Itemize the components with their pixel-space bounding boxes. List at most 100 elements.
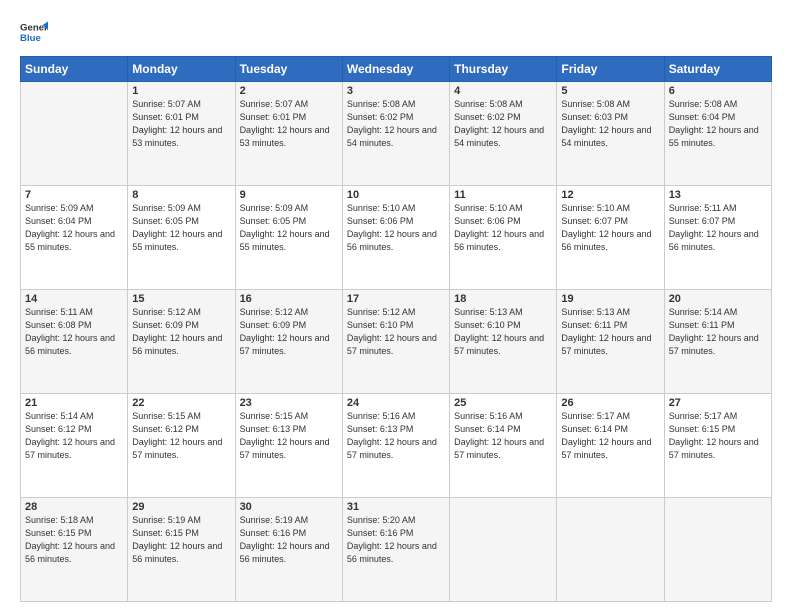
cell-info: Sunrise: 5:13 AMSunset: 6:11 PMDaylight:… bbox=[561, 306, 659, 358]
day-number: 14 bbox=[25, 293, 123, 305]
weekday-monday: Monday bbox=[128, 57, 235, 82]
day-number: 21 bbox=[25, 397, 123, 409]
day-number: 25 bbox=[454, 397, 552, 409]
calendar-cell: 22Sunrise: 5:15 AMSunset: 6:12 PMDayligh… bbox=[128, 394, 235, 498]
calendar-cell bbox=[557, 498, 664, 602]
calendar-cell bbox=[664, 498, 771, 602]
calendar-cell: 7Sunrise: 5:09 AMSunset: 6:04 PMDaylight… bbox=[21, 186, 128, 290]
day-number: 17 bbox=[347, 293, 445, 305]
cell-info: Sunrise: 5:09 AMSunset: 6:04 PMDaylight:… bbox=[25, 202, 123, 254]
calendar-cell: 19Sunrise: 5:13 AMSunset: 6:11 PMDayligh… bbox=[557, 290, 664, 394]
calendar-cell bbox=[21, 82, 128, 186]
day-number: 28 bbox=[25, 501, 123, 513]
weekday-sunday: Sunday bbox=[21, 57, 128, 82]
calendar-cell: 1Sunrise: 5:07 AMSunset: 6:01 PMDaylight… bbox=[128, 82, 235, 186]
cell-info: Sunrise: 5:09 AMSunset: 6:05 PMDaylight:… bbox=[240, 202, 338, 254]
calendar-week-2: 7Sunrise: 5:09 AMSunset: 6:04 PMDaylight… bbox=[21, 186, 772, 290]
weekday-tuesday: Tuesday bbox=[235, 57, 342, 82]
calendar-cell: 26Sunrise: 5:17 AMSunset: 6:14 PMDayligh… bbox=[557, 394, 664, 498]
cell-info: Sunrise: 5:08 AMSunset: 6:03 PMDaylight:… bbox=[561, 98, 659, 150]
calendar-cell: 30Sunrise: 5:19 AMSunset: 6:16 PMDayligh… bbox=[235, 498, 342, 602]
calendar-cell: 12Sunrise: 5:10 AMSunset: 6:07 PMDayligh… bbox=[557, 186, 664, 290]
calendar-cell: 15Sunrise: 5:12 AMSunset: 6:09 PMDayligh… bbox=[128, 290, 235, 394]
day-number: 16 bbox=[240, 293, 338, 305]
day-number: 12 bbox=[561, 189, 659, 201]
cell-info: Sunrise: 5:14 AMSunset: 6:12 PMDaylight:… bbox=[25, 410, 123, 462]
cell-info: Sunrise: 5:16 AMSunset: 6:14 PMDaylight:… bbox=[454, 410, 552, 462]
svg-text:General: General bbox=[20, 22, 48, 33]
calendar-cell: 14Sunrise: 5:11 AMSunset: 6:08 PMDayligh… bbox=[21, 290, 128, 394]
cell-info: Sunrise: 5:09 AMSunset: 6:05 PMDaylight:… bbox=[132, 202, 230, 254]
cell-info: Sunrise: 5:13 AMSunset: 6:10 PMDaylight:… bbox=[454, 306, 552, 358]
calendar-cell: 2Sunrise: 5:07 AMSunset: 6:01 PMDaylight… bbox=[235, 82, 342, 186]
day-number: 20 bbox=[669, 293, 767, 305]
day-number: 29 bbox=[132, 501, 230, 513]
day-number: 2 bbox=[240, 85, 338, 97]
day-number: 11 bbox=[454, 189, 552, 201]
calendar-cell: 11Sunrise: 5:10 AMSunset: 6:06 PMDayligh… bbox=[450, 186, 557, 290]
day-number: 10 bbox=[347, 189, 445, 201]
day-number: 30 bbox=[240, 501, 338, 513]
calendar-week-4: 21Sunrise: 5:14 AMSunset: 6:12 PMDayligh… bbox=[21, 394, 772, 498]
cell-info: Sunrise: 5:17 AMSunset: 6:14 PMDaylight:… bbox=[561, 410, 659, 462]
day-number: 1 bbox=[132, 85, 230, 97]
calendar-cell: 31Sunrise: 5:20 AMSunset: 6:16 PMDayligh… bbox=[342, 498, 449, 602]
calendar-cell: 28Sunrise: 5:18 AMSunset: 6:15 PMDayligh… bbox=[21, 498, 128, 602]
day-number: 24 bbox=[347, 397, 445, 409]
day-number: 31 bbox=[347, 501, 445, 513]
cell-info: Sunrise: 5:11 AMSunset: 6:07 PMDaylight:… bbox=[669, 202, 767, 254]
cell-info: Sunrise: 5:20 AMSunset: 6:16 PMDaylight:… bbox=[347, 514, 445, 566]
weekday-thursday: Thursday bbox=[450, 57, 557, 82]
svg-text:Blue: Blue bbox=[20, 33, 41, 44]
cell-info: Sunrise: 5:10 AMSunset: 6:06 PMDaylight:… bbox=[454, 202, 552, 254]
calendar-week-3: 14Sunrise: 5:11 AMSunset: 6:08 PMDayligh… bbox=[21, 290, 772, 394]
day-number: 23 bbox=[240, 397, 338, 409]
calendar-cell: 16Sunrise: 5:12 AMSunset: 6:09 PMDayligh… bbox=[235, 290, 342, 394]
day-number: 6 bbox=[669, 85, 767, 97]
day-number: 5 bbox=[561, 85, 659, 97]
calendar-cell: 20Sunrise: 5:14 AMSunset: 6:11 PMDayligh… bbox=[664, 290, 771, 394]
calendar-cell: 9Sunrise: 5:09 AMSunset: 6:05 PMDaylight… bbox=[235, 186, 342, 290]
day-number: 19 bbox=[561, 293, 659, 305]
day-number: 3 bbox=[347, 85, 445, 97]
day-number: 26 bbox=[561, 397, 659, 409]
cell-info: Sunrise: 5:17 AMSunset: 6:15 PMDaylight:… bbox=[669, 410, 767, 462]
calendar-cell: 23Sunrise: 5:15 AMSunset: 6:13 PMDayligh… bbox=[235, 394, 342, 498]
calendar-cell: 13Sunrise: 5:11 AMSunset: 6:07 PMDayligh… bbox=[664, 186, 771, 290]
day-number: 4 bbox=[454, 85, 552, 97]
calendar-week-5: 28Sunrise: 5:18 AMSunset: 6:15 PMDayligh… bbox=[21, 498, 772, 602]
calendar-cell: 4Sunrise: 5:08 AMSunset: 6:02 PMDaylight… bbox=[450, 82, 557, 186]
logo: General Blue bbox=[20, 18, 48, 46]
calendar-week-1: 1Sunrise: 5:07 AMSunset: 6:01 PMDaylight… bbox=[21, 82, 772, 186]
header: General Blue bbox=[20, 18, 772, 46]
calendar-cell: 27Sunrise: 5:17 AMSunset: 6:15 PMDayligh… bbox=[664, 394, 771, 498]
day-number: 18 bbox=[454, 293, 552, 305]
cell-info: Sunrise: 5:18 AMSunset: 6:15 PMDaylight:… bbox=[25, 514, 123, 566]
cell-info: Sunrise: 5:19 AMSunset: 6:15 PMDaylight:… bbox=[132, 514, 230, 566]
calendar-cell: 6Sunrise: 5:08 AMSunset: 6:04 PMDaylight… bbox=[664, 82, 771, 186]
calendar-page: General Blue SundayMondayTuesdayWednesda… bbox=[0, 0, 792, 612]
calendar-cell bbox=[450, 498, 557, 602]
cell-info: Sunrise: 5:12 AMSunset: 6:10 PMDaylight:… bbox=[347, 306, 445, 358]
calendar-cell: 3Sunrise: 5:08 AMSunset: 6:02 PMDaylight… bbox=[342, 82, 449, 186]
calendar-cell: 18Sunrise: 5:13 AMSunset: 6:10 PMDayligh… bbox=[450, 290, 557, 394]
calendar-table: SundayMondayTuesdayWednesdayThursdayFrid… bbox=[20, 56, 772, 602]
cell-info: Sunrise: 5:10 AMSunset: 6:06 PMDaylight:… bbox=[347, 202, 445, 254]
cell-info: Sunrise: 5:19 AMSunset: 6:16 PMDaylight:… bbox=[240, 514, 338, 566]
day-number: 8 bbox=[132, 189, 230, 201]
cell-info: Sunrise: 5:15 AMSunset: 6:13 PMDaylight:… bbox=[240, 410, 338, 462]
calendar-cell: 10Sunrise: 5:10 AMSunset: 6:06 PMDayligh… bbox=[342, 186, 449, 290]
cell-info: Sunrise: 5:11 AMSunset: 6:08 PMDaylight:… bbox=[25, 306, 123, 358]
day-number: 7 bbox=[25, 189, 123, 201]
cell-info: Sunrise: 5:07 AMSunset: 6:01 PMDaylight:… bbox=[132, 98, 230, 150]
day-number: 15 bbox=[132, 293, 230, 305]
day-number: 13 bbox=[669, 189, 767, 201]
cell-info: Sunrise: 5:12 AMSunset: 6:09 PMDaylight:… bbox=[240, 306, 338, 358]
weekday-wednesday: Wednesday bbox=[342, 57, 449, 82]
cell-info: Sunrise: 5:08 AMSunset: 6:02 PMDaylight:… bbox=[347, 98, 445, 150]
cell-info: Sunrise: 5:08 AMSunset: 6:04 PMDaylight:… bbox=[669, 98, 767, 150]
calendar-cell: 8Sunrise: 5:09 AMSunset: 6:05 PMDaylight… bbox=[128, 186, 235, 290]
cell-info: Sunrise: 5:14 AMSunset: 6:11 PMDaylight:… bbox=[669, 306, 767, 358]
calendar-cell: 5Sunrise: 5:08 AMSunset: 6:03 PMDaylight… bbox=[557, 82, 664, 186]
cell-info: Sunrise: 5:16 AMSunset: 6:13 PMDaylight:… bbox=[347, 410, 445, 462]
